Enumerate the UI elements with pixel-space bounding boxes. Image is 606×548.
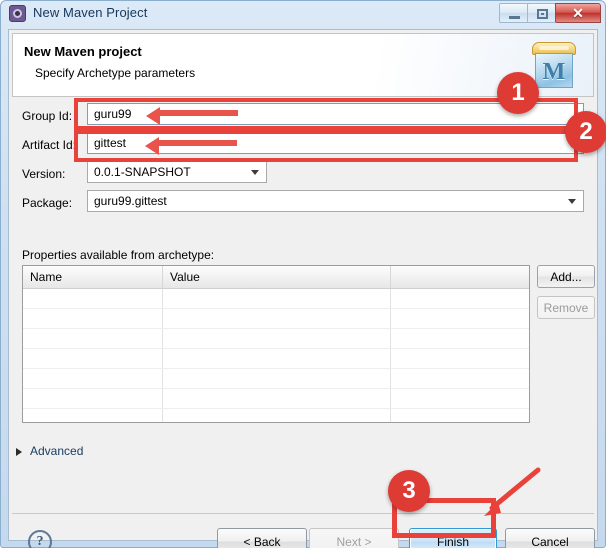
chevron-down-icon [251,170,259,175]
chevron-down-icon [568,199,576,204]
cell-extra [391,349,529,368]
package-value: guru99.gittest [94,194,167,208]
cell-value [163,349,391,368]
package-combo[interactable]: guru99.gittest [87,190,584,212]
back-button[interactable]: < Back [217,528,307,548]
cell-name [23,369,163,388]
version-combo[interactable]: 0.0.1-SNAPSHOT [87,161,267,183]
cell-value [163,309,391,328]
annotation-badge-2: 2 [565,111,606,153]
table-row[interactable] [23,369,529,389]
annotation-arrow-group-id-head [146,107,160,125]
table-row[interactable] [23,349,529,369]
screenshot-root: New Maven Project ✕ New Maven project Sp… [0,0,606,548]
cell-extra [391,369,529,388]
cell-name [23,409,163,423]
cell-value [163,369,391,388]
page-subtitle: Specify Archetype parameters [35,66,195,80]
table-row[interactable] [23,409,529,423]
add-property-button[interactable]: Add... [537,265,595,288]
maven-logo-letter: M [543,60,566,84]
cell-extra [391,289,529,308]
cell-name [23,349,163,368]
annotation-arrow-group-id-shaft [158,110,238,116]
package-label: Package: [22,196,72,210]
cell-name [23,329,163,348]
cell-name [23,309,163,328]
page-title: New Maven project [24,44,142,59]
group-id-label: Group Id: [22,109,72,123]
table-header-row: Name Value [23,266,529,289]
cell-extra [391,309,529,328]
annotation-badge-1: 1 [497,72,539,114]
maven-logo-body: M [535,53,573,88]
annotation-badge-3: 3 [388,470,430,512]
cell-value [163,409,391,423]
maven-app-icon [9,5,26,22]
version-value: 0.0.1-SNAPSHOT [94,165,191,179]
title-bar: New Maven Project ✕ [1,1,605,28]
version-label: Version: [22,167,65,181]
cancel-button[interactable]: Cancel [505,528,595,548]
window-title: New Maven Project [33,5,147,20]
cell-value [163,389,391,408]
properties-table[interactable]: Name Value [22,265,530,423]
table-row[interactable] [23,389,529,409]
dialog-footer: ? < Back Next > Finish Cancel [12,514,594,548]
remove-property-button: Remove [537,296,595,319]
cell-name [23,389,163,408]
help-icon[interactable]: ? [28,530,52,548]
properties-label: Properties available from archetype: [22,248,214,262]
column-header-extra[interactable] [391,266,529,288]
table-row[interactable] [23,289,529,309]
annotation-arrow-artifact-id-head [145,137,159,155]
cell-value [163,289,391,308]
artifact-id-label: Artifact Id: [22,138,76,152]
cell-name [23,289,163,308]
minimize-icon [509,16,520,19]
cell-extra [391,389,529,408]
maximize-button[interactable] [527,3,556,23]
minimize-button[interactable] [499,3,528,23]
annotation-arrow-artifact-id-shaft [157,140,237,146]
cell-extra [391,409,529,423]
advanced-section-toggle[interactable]: Advanced [30,444,83,458]
close-button[interactable]: ✕ [555,3,601,23]
restore-icon [537,9,548,19]
close-icon: ✕ [556,4,600,22]
table-row[interactable] [23,329,529,349]
table-row[interactable] [23,309,529,329]
next-button: Next > [309,528,399,548]
annotation-arrow-finish [476,466,546,518]
window-controls: ✕ [500,3,601,24]
cell-value [163,329,391,348]
chevron-right-icon[interactable] [16,448,22,456]
cell-extra [391,329,529,348]
column-header-value[interactable]: Value [163,266,391,288]
column-header-name[interactable]: Name [23,266,163,288]
